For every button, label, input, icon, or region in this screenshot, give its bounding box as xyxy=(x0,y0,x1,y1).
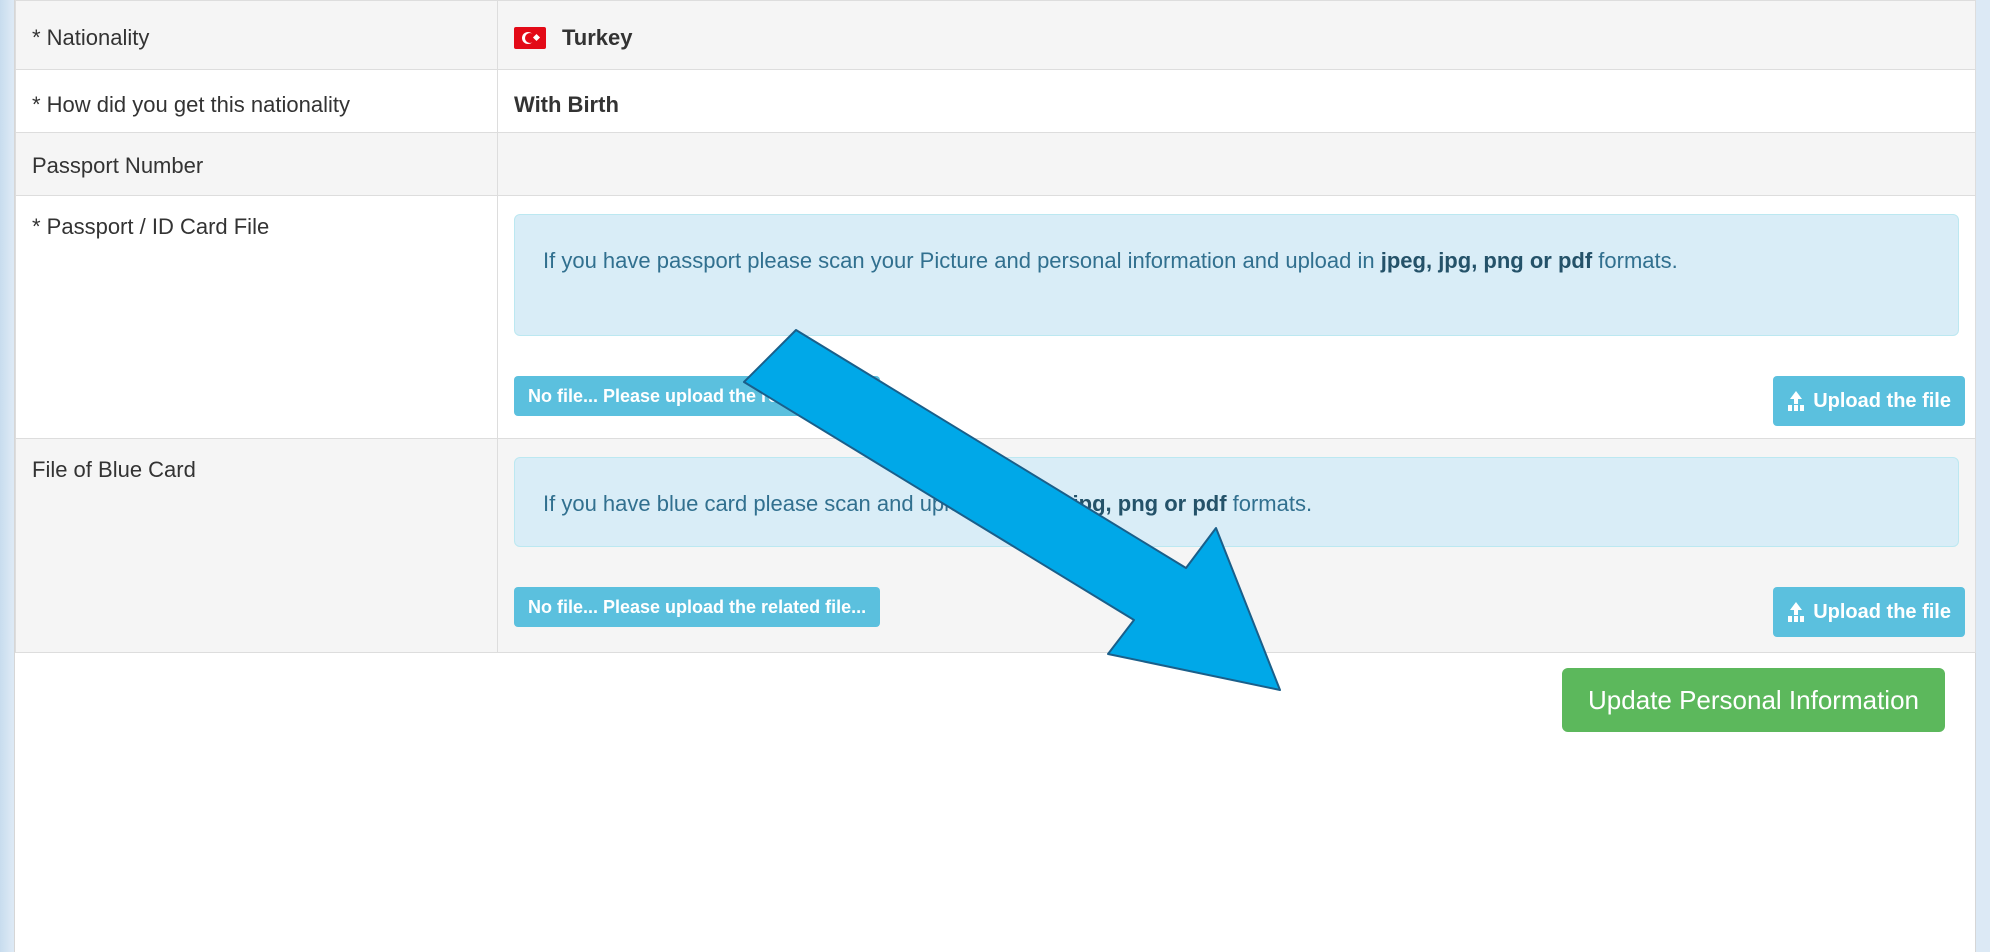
nationality-value-cell: Turkey xyxy=(497,0,1976,70)
personal-info-panel: * Nationality Turkey * How did you get t… xyxy=(14,0,1976,952)
how-obtained-row: * How did you get this nationality With … xyxy=(15,69,1976,133)
passport-info-suffix: formats. xyxy=(1592,248,1678,273)
passport-file-cell: If you have passport please scan your Pi… xyxy=(497,195,1976,439)
passport-number-row: Passport Number xyxy=(15,132,1976,196)
passport-info-formats: jpeg, jpg, png or pdf xyxy=(1380,248,1593,273)
upload-icon xyxy=(1787,602,1805,620)
blue-card-info-text: If you have blue card please scan and up… xyxy=(543,491,1016,516)
passport-file-row: * Passport / ID Card File If you have pa… xyxy=(15,195,1976,439)
passport-upload-label: Upload the file xyxy=(1813,390,1951,412)
passport-file-controls: No file... Please upload the related fil… xyxy=(514,336,1965,426)
nationality-row: * Nationality Turkey xyxy=(15,0,1976,70)
form-actions-row: Update Personal Information xyxy=(15,652,1975,754)
passport-info-text: If you have passport please scan your Pi… xyxy=(543,248,1381,273)
passport-info-alert: If you have passport please scan your Pi… xyxy=(514,214,1959,336)
how-obtained-value: With Birth xyxy=(497,69,1976,133)
turkey-flag-icon xyxy=(514,27,546,49)
blue-card-file-status: No file... Please upload the related fil… xyxy=(514,587,881,627)
blue-card-info-formats: jpeg, jpg, png or pdf xyxy=(1015,491,1227,516)
blue-card-label: File of Blue Card xyxy=(15,438,498,653)
passport-upload-button[interactable]: Upload the file xyxy=(1773,376,1965,426)
blue-card-upload-label: Upload the file xyxy=(1813,601,1951,623)
blue-card-cell: If you have blue card please scan and up… xyxy=(497,438,1976,653)
passport-file-label: * Passport / ID Card File xyxy=(15,195,498,439)
blue-card-info-suffix: formats. xyxy=(1226,491,1313,516)
blue-card-info-alert: If you have blue card please scan and up… xyxy=(514,457,1959,547)
blue-card-upload-button[interactable]: Upload the file xyxy=(1773,587,1965,637)
upload-icon xyxy=(1787,391,1805,409)
passport-number-value xyxy=(497,132,1976,196)
blue-card-row: File of Blue Card If you have blue card … xyxy=(15,438,1976,653)
nationality-value: Turkey xyxy=(562,25,633,50)
blue-card-file-controls: No file... Please upload the related fil… xyxy=(514,547,1965,637)
panel-bottom xyxy=(15,752,1975,952)
update-personal-info-button[interactable]: Update Personal Information xyxy=(1562,668,1945,732)
how-obtained-label: * How did you get this nationality xyxy=(15,69,498,133)
passport-number-label: Passport Number xyxy=(15,132,498,196)
nationality-label: * Nationality xyxy=(15,0,498,70)
passport-file-status: No file... Please upload the related fil… xyxy=(514,376,881,416)
personal-info-table: * Nationality Turkey * How did you get t… xyxy=(15,0,1976,653)
